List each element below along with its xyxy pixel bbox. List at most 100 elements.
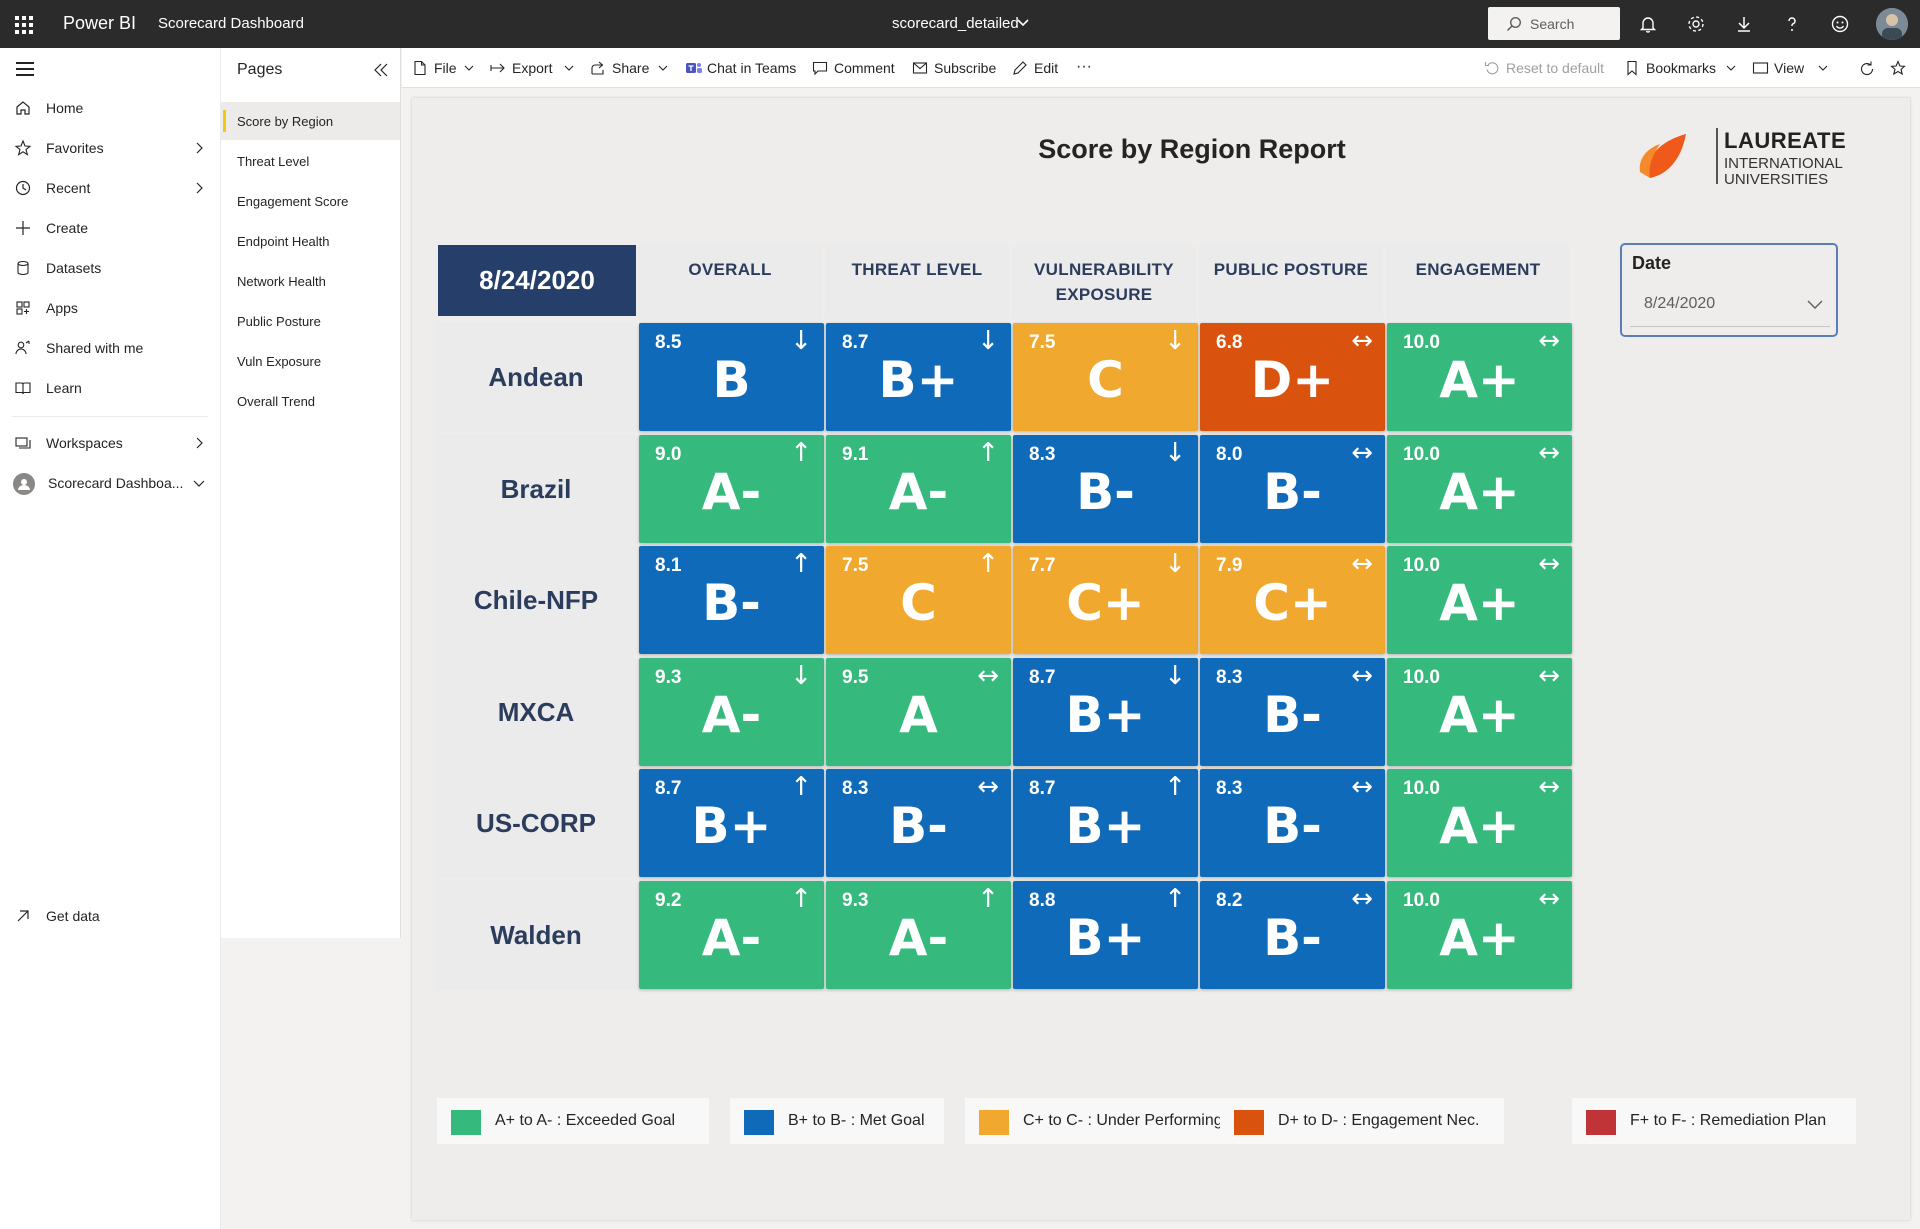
nav-item-create[interactable]: Create [0,208,220,248]
help-icon[interactable] [1780,12,1804,36]
logo-name: LAUREATE [1724,128,1847,153]
score-cell[interactable]: 9.5 ↔ A [826,658,1011,766]
report-title[interactable]: Scorecard Dashboard [158,15,304,32]
score-cell[interactable]: 7.9 ↔ C+ [1200,546,1385,654]
nav-item-home[interactable]: Home [0,88,220,128]
reset-to-default-button[interactable]: Reset to default [1484,48,1612,88]
database-icon [17,260,29,276]
search-input[interactable]: Search [1488,7,1620,40]
score-cell[interactable]: 8.3 ↔ B- [1200,658,1385,766]
score-cell[interactable]: 9.2 ↑ A- [639,881,824,989]
chevron-right-icon[interactable] [194,182,204,194]
score-cell[interactable]: 10.0 ↔ A+ [1387,546,1572,654]
page-tab-threat-level[interactable]: Threat Level [221,142,400,180]
row-header-region[interactable]: Chile-NFP [436,545,636,655]
row-header-region[interactable]: Brazil [436,434,636,544]
row-header-region[interactable]: Andean [436,322,636,432]
letter-grade: C [900,574,937,632]
score-cell[interactable]: 10.0 ↔ A+ [1387,658,1572,766]
score-cell[interactable]: 8.2 ↔ B- [1200,881,1385,989]
score-cell[interactable]: 10.0 ↔ A+ [1387,881,1572,989]
export-menu-button[interactable]: Export [490,48,576,88]
page-tab-engagement-score[interactable]: Engagement Score [221,182,400,220]
page-tab-public-posture[interactable]: Public Posture [221,302,400,340]
more-options-button[interactable]: ··· [1074,48,1098,88]
comment-button[interactable]: Comment [812,48,898,88]
score-cell[interactable]: 7.7 ↓ C+ [1013,546,1198,654]
column-header-vulnerability-exposure[interactable]: VULNERABILITY EXPOSURE [1012,245,1196,319]
chevron-down-icon[interactable] [1806,297,1824,311]
score-cell[interactable]: 8.7 ↓ B+ [1013,658,1198,766]
view-icon [1752,62,1769,74]
nav-item-recent[interactable]: Recent [0,168,220,208]
nav-item-apps[interactable]: Apps [0,288,220,328]
score-cell[interactable]: 9.3 ↑ A- [826,881,1011,989]
letter-grade: B+ [691,797,772,855]
favorite-button[interactable] [1890,48,1910,88]
score-cell[interactable]: 8.3 ↔ B- [826,769,1011,877]
column-header-public-posture[interactable]: PUBLIC POSTURE [1199,245,1383,319]
score-cell[interactable]: 7.5 ↓ C [1013,323,1198,431]
column-header-threat-level[interactable]: THREAT LEVEL [825,245,1009,319]
chevron-right-icon[interactable] [194,142,204,154]
score-cell[interactable]: 10.0 ↔ A+ [1387,769,1572,877]
page-tab-network-health[interactable]: Network Health [221,262,400,300]
nav-item-datasets[interactable]: Datasets [0,248,220,288]
share-menu-button[interactable]: Share [590,48,670,88]
nav-item-label: Apps [46,300,78,316]
view-menu-button[interactable]: View [1752,48,1828,88]
gear-icon[interactable] [1684,12,1708,36]
nav-item-shared-with-me[interactable]: Shared with me [0,328,220,368]
subscribe-button[interactable]: Subscribe [912,48,998,88]
row-header-region[interactable]: MXCA [436,657,636,767]
score-cell[interactable]: 10.0 ↔ A+ [1387,323,1572,431]
letter-grade: A- [701,909,762,967]
score-cell[interactable]: 8.7 ↑ B+ [639,769,824,877]
score-cell[interactable]: 7.5 ↑ C [826,546,1011,654]
score-cell[interactable]: 8.3 ↔ B- [1200,769,1385,877]
nav-item-learn[interactable]: Learn [0,368,220,408]
column-header-engagement[interactable]: ENGAGEMENT [1386,245,1570,319]
feedback-smiley-icon[interactable] [1828,12,1852,36]
score-cell[interactable]: 9.0 ↑ A- [639,435,824,543]
score-cell[interactable]: 8.3 ↓ B- [1013,435,1198,543]
bell-icon[interactable] [1636,12,1660,36]
app-launcher-icon[interactable] [12,12,36,36]
report-canvas: Score by Region Report LAUREATE INTERNAT… [412,98,1910,1220]
nav-item-favorites[interactable]: Favorites [0,128,220,168]
page-tab-score-by-region[interactable]: Score by Region [221,102,400,140]
app-name[interactable]: Power BI [63,13,136,34]
score-cell[interactable]: 6.8 ↔ D+ [1200,323,1385,431]
chevron-down-icon[interactable] [1016,16,1030,30]
score-cell[interactable]: 10.0 ↔ A+ [1387,435,1572,543]
score-cell[interactable]: 8.0 ↔ B- [1200,435,1385,543]
chevron-down-icon[interactable] [193,478,205,488]
collapse-pane-icon[interactable] [371,60,391,80]
chat-in-teams-button[interactable]: Chat in Teams [685,48,797,88]
score-cell[interactable]: 8.7 ↑ B+ [1013,769,1198,877]
nav-item-workspaces[interactable]: Workspaces [0,423,220,463]
nav-item-scorecard-workspace[interactable]: Scorecard Dashboa... [0,463,220,503]
user-avatar[interactable] [1876,8,1908,40]
score-cell[interactable]: 8.5 ↓ B [639,323,824,431]
row-header-region[interactable]: Walden [436,880,636,990]
bookmarks-menu-button[interactable]: Bookmarks [1624,48,1736,88]
row-header-region[interactable]: US-CORP [436,768,636,878]
score-cell[interactable]: 9.3 ↓ A- [639,658,824,766]
file-menu-button[interactable]: File [412,48,474,88]
edit-button[interactable]: Edit [1012,48,1064,88]
score-cell[interactable]: 8.7 ↓ B+ [826,323,1011,431]
score-cell[interactable]: 8.1 ↑ B- [639,546,824,654]
column-header-overall[interactable]: OVERALL [638,245,822,319]
refresh-button[interactable] [1858,48,1878,88]
page-tab-vuln-exposure[interactable]: Vuln Exposure [221,342,400,380]
file-name-dropdown[interactable]: scorecard_detailed [892,15,1019,32]
chevron-right-icon[interactable] [194,437,204,449]
page-tab-endpoint-health[interactable]: Endpoint Health [221,222,400,260]
score-cell[interactable]: 8.8 ↑ B+ [1013,881,1198,989]
score-cell[interactable]: 9.1 ↑ A- [826,435,1011,543]
nav-item-get-data[interactable]: Get data [0,896,220,936]
hamburger-menu-icon[interactable] [16,62,34,76]
download-icon[interactable] [1732,12,1756,36]
page-tab-overall-trend[interactable]: Overall Trend [221,382,400,420]
